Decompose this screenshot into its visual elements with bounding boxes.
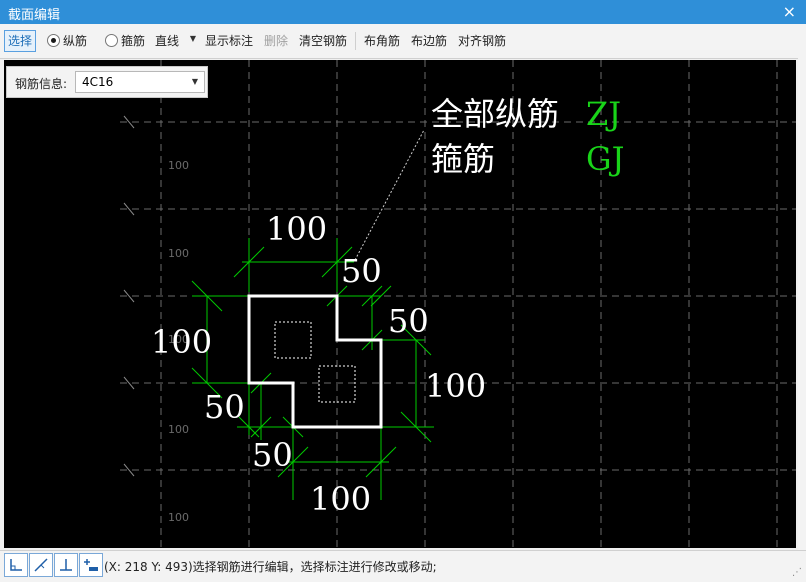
section-outline[interactable] [247,294,383,429]
legend-stirrup-code: GJ [586,140,624,178]
line-type-value: 直线 [155,34,180,48]
toolbar-divider [355,32,356,50]
section-drawing: 100 100 100 100 100 全部纵筋 ZJ 箍筋 GJ 100 50… [120,60,796,548]
stirrup-box[interactable] [274,321,312,359]
legend-leader-line [354,129,425,261]
grid-label: 100 [168,159,189,172]
legend: 全部纵筋 ZJ 箍筋 GJ [431,95,624,178]
grid-label: 100 [168,511,189,524]
select-button[interactable]: 选择 [4,30,37,52]
longitudinal-label: 纵筋 [63,34,88,48]
dim-label-right-notch[interactable]: 50 [388,302,429,340]
dimension-lines [191,238,434,500]
perpendicular-icon[interactable] [54,553,78,577]
window-title: 截面编辑 [8,8,61,23]
stirrup-label: 箍筋 [121,34,146,48]
clear-rebar-button[interactable]: 清空钢筋 [299,32,347,50]
show-annotation-button[interactable]: 显示标注 [205,32,253,50]
dim-label-left[interactable]: 100 [151,323,212,361]
radio-checked-icon [47,34,60,47]
title-bar: 截面编辑 × [0,0,806,24]
legend-longitudinal-label: 全部纵筋 [431,95,559,133]
resize-grip-icon[interactable]: ⋰ [792,567,802,578]
orthogonal-icon[interactable] [4,553,28,577]
edge-rebar-button[interactable]: 布边筋 [411,32,447,50]
status-bar: (X: 218 Y: 493)选择钢筋进行编辑，选择标注进行修改或移动; ⋰ [0,550,806,582]
dim-label-right[interactable]: 100 [425,367,486,405]
legend-longitudinal-code: ZJ [586,95,621,133]
radio-unchecked-icon [105,34,118,47]
dim-label-top[interactable]: 100 [266,210,327,248]
line-type-dropdown[interactable]: 直线 ▼ [152,30,198,52]
stirrup-radio[interactable]: 箍筋 [105,32,145,50]
corner-rebar-button[interactable]: 布角筋 [364,32,400,50]
dim-label-bottom[interactable]: 100 [310,480,371,518]
add-dimension-icon[interactable] [79,553,103,577]
vertical-scrollbar[interactable] [798,40,806,550]
grid-label: 100 [168,423,189,436]
stirrup-outlines[interactable] [274,321,356,403]
drawing-canvas[interactable]: 100 100 100 100 100 全部纵筋 ZJ 箍筋 GJ 100 50… [4,60,796,548]
dim-label-top-notch[interactable]: 50 [341,252,382,290]
rebar-info-label: 钢筋信息: [15,77,68,91]
add-dimension-glyph [84,559,98,571]
align-rebar-button[interactable]: 对齐钢筋 [458,32,506,50]
oblique-glyph [34,558,48,572]
perpendicular-glyph [60,559,72,571]
grid-lines [120,60,796,548]
delete-button[interactable]: 删除 [264,32,288,50]
toolbar: 选择 纵筋 箍筋 直线 ▼ 显示标注 删除 清空钢筋 布角筋 布边筋 对齐钢筋 [0,24,806,59]
rebar-info-select[interactable]: 4C16 ▼ [75,71,205,93]
dim-label-bottom-notch[interactable]: 50 [252,436,293,474]
legend-stirrup-label: 箍筋 [431,140,495,178]
dim-label-bottom-left[interactable]: 50 [204,388,245,426]
rebar-info-panel: 钢筋信息: 4C16 ▼ [6,66,208,98]
rebar-info-value: 4C16 [82,75,114,89]
chevron-down-icon: ▼ [189,34,196,43]
longitudinal-radio[interactable]: 纵筋 [47,32,87,50]
orthogonal-glyph [10,559,22,571]
grid-label: 100 [168,247,189,260]
chevron-down-icon: ▼ [191,77,198,86]
close-icon[interactable]: × [783,2,796,21]
status-text: (X: 218 Y: 493)选择钢筋进行编辑，选择标注进行修改或移动; [104,560,437,574]
dimension-labels[interactable]: 100 50 50 100 100 50 50 100 [151,210,486,518]
oblique-icon[interactable] [29,553,53,577]
